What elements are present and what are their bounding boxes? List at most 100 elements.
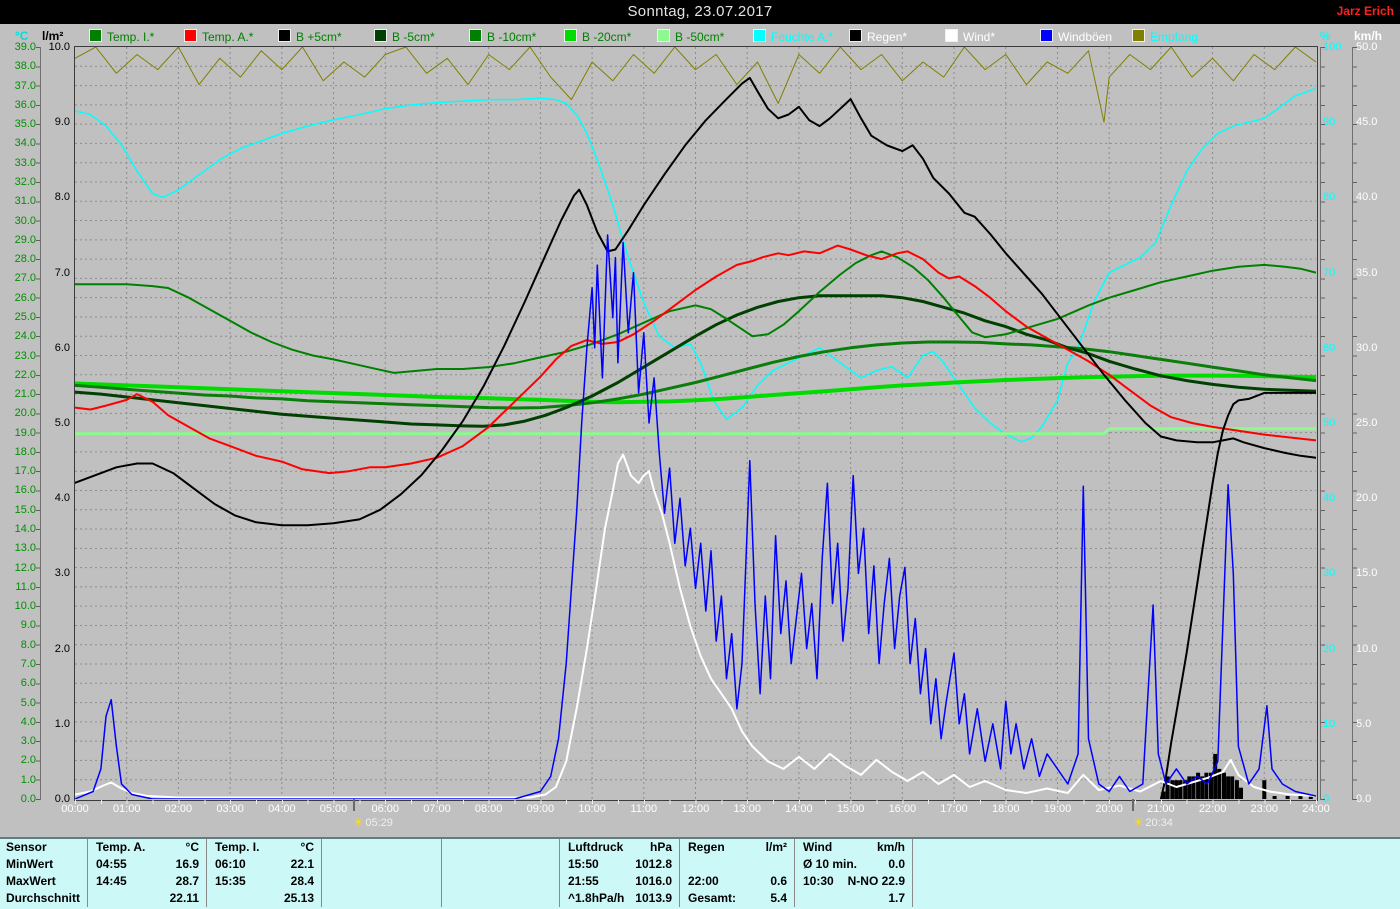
axis-tick-label: 29.0 (0, 234, 36, 246)
x-tick-label: 21:00 (1139, 803, 1183, 815)
sunrise-marker: ☀05:29 (354, 816, 393, 829)
cell-value: 5.4 (770, 890, 787, 907)
axis-tick-label: 30 (1323, 567, 1353, 579)
x-tick-label: 05:00 (312, 803, 356, 815)
table-row: 1.7 (795, 890, 912, 907)
table-row-label: MaxWert (0, 873, 87, 890)
x-tick-label: 18:00 (984, 803, 1028, 815)
axis-tick-label: 14.0 (0, 523, 36, 535)
axis-tick-label: 20.0 (0, 407, 36, 419)
b-5cm-swatch (278, 29, 291, 42)
axis-tick-label: 5.0 (0, 697, 36, 709)
b-20cm-swatch (564, 29, 577, 42)
axis-tick-label: 28.0 (0, 253, 36, 265)
legend-label: Regen* (867, 30, 907, 44)
x-tick-label: 22:00 (1191, 803, 1235, 815)
table-row: 25.13 (207, 890, 321, 907)
axis-tick-label: 31.0 (0, 195, 36, 207)
table-row (442, 839, 559, 856)
x-tick-label: 01:00 (105, 803, 149, 815)
cell-value: 16.9 (176, 856, 199, 873)
axis-tick-label: 24.0 (0, 330, 36, 342)
table-row: 21:551016.0 (560, 873, 679, 890)
axis-tick-label: 18.0 (0, 446, 36, 458)
axis-tick-label: 6.0 (0, 677, 36, 689)
cell-value: 28.7 (176, 873, 199, 890)
axis-tick-label: 36.0 (0, 99, 36, 111)
table-col-luftdruck: LuftdruckhPa15:501012.821:551016.0^1.8hP… (560, 839, 680, 907)
axis-tick-label: 80 (1323, 191, 1353, 203)
cell-time: 15:35 (215, 873, 246, 890)
wind-swatch (945, 29, 958, 42)
column-header: Regen (688, 839, 725, 856)
title-bar: Sonntag, 23.07.2017 Jarz Erich (0, 0, 1400, 24)
axis-tick-label: 11.0 (0, 581, 36, 593)
axis-tick-label: 50 (1323, 417, 1353, 429)
axis-tick-label: 0.0 (1356, 793, 1398, 805)
axis-tick-label: 17.0 (0, 465, 36, 477)
axis-tick-label: 7.0 (0, 658, 36, 670)
column-header: Wind (803, 839, 832, 856)
axis-tick-label: 3.0 (42, 567, 70, 579)
legend-item-windb-en: Windböen (1040, 29, 1112, 43)
table-col-empty-3 (442, 839, 560, 907)
axis-tick-label: 35.0 (0, 118, 36, 130)
x-tick-label: 03:00 (208, 803, 252, 815)
cell-time: Gesamt: (688, 890, 736, 907)
axis-tick-label: 20 (1323, 643, 1353, 655)
x-tick-label: 04:00 (260, 803, 304, 815)
legend-label: B +5cm* (296, 30, 342, 44)
axis-tick-label: 32.0 (0, 176, 36, 188)
x-tick-label: 06:00 (363, 803, 407, 815)
cell-value: 0.0 (888, 856, 905, 873)
axis-tick-label: 40 (1323, 492, 1353, 504)
axis-tick-label: 38.0 (0, 60, 36, 72)
x-tick-label: 09:00 (518, 803, 562, 815)
bar-regen (1286, 796, 1290, 799)
bar-regen (1239, 788, 1243, 799)
axis-tick-label: 35.0 (1356, 267, 1398, 279)
legend-label: Feuchte A.* (771, 30, 833, 44)
weather-chart-window: Sonntag, 23.07.2017 Jarz Erich Temp. I.*… (0, 0, 1400, 907)
axis-tick-label: 26.0 (0, 292, 36, 304)
table-row: Regenl/m² (680, 839, 794, 856)
x-tick-label: 16:00 (880, 803, 924, 815)
x-tick-label: 11:00 (622, 803, 666, 815)
axis-tick-label: 8.0 (0, 639, 36, 651)
table-row: 14:4528.7 (88, 873, 206, 890)
axis-tick-label: 90 (1323, 116, 1353, 128)
axis-tick-label: 19.0 (0, 427, 36, 439)
cell-value: 25.13 (284, 890, 314, 907)
cell-time: 22:00 (688, 873, 719, 890)
legend-item-wind: Wind* (945, 29, 995, 43)
axis-tick-label: 5.0 (42, 417, 70, 429)
station-owner-label: Jarz Erich (1337, 4, 1394, 18)
cell-time: Ø 10 min. (803, 856, 857, 873)
legend-label: Temp. A.* (202, 30, 253, 44)
axis-tick-label: 25.0 (0, 311, 36, 323)
legend-item-temp-i: Temp. I.* (89, 29, 154, 43)
sunset-marker: ☀20:34 (1133, 816, 1172, 829)
table-row (913, 873, 1073, 890)
bar-regen (1235, 780, 1239, 799)
b-10cm-swatch (469, 29, 482, 42)
x-tick-label: 07:00 (415, 803, 459, 815)
sunrise-tick (353, 799, 355, 811)
table-col-empty-2 (322, 839, 442, 907)
sunrise-icon: ☀ (354, 817, 364, 829)
sunset-time: 20:34 (1145, 817, 1173, 829)
bar-regen (1226, 776, 1230, 799)
axis-tick-label: 2.0 (0, 754, 36, 766)
column-header: Luftdruck (568, 839, 623, 856)
legend-label: Wind* (963, 30, 995, 44)
legend-label: B -5cm* (392, 30, 435, 44)
axis-tick-label: 10.0 (42, 41, 70, 53)
axis-tick-label: 15.0 (0, 504, 36, 516)
x-tick-label: 19:00 (1035, 803, 1079, 815)
axis-tick-label: 5.0 (1356, 718, 1398, 730)
table-row (913, 839, 1073, 856)
cell-time: 06:10 (215, 856, 246, 873)
table-row: Temp. A.°C (88, 839, 206, 856)
axis-tick-label: 40.0 (1356, 191, 1398, 203)
x-tick-label: 15:00 (829, 803, 873, 815)
